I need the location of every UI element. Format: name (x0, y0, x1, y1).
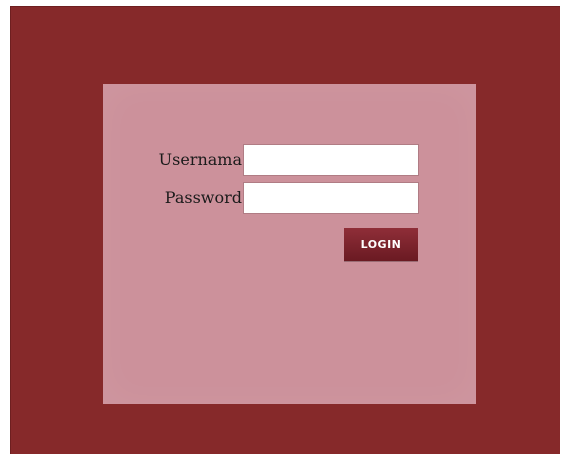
login-panel: Usernama Password LOGIN (103, 84, 476, 404)
username-label: Usernama (158, 150, 242, 169)
login-frame: Usernama Password LOGIN (10, 6, 560, 454)
username-input[interactable] (243, 144, 419, 176)
password-input[interactable] (243, 182, 419, 214)
password-label: Password (164, 188, 242, 207)
login-button[interactable]: LOGIN (344, 228, 418, 261)
